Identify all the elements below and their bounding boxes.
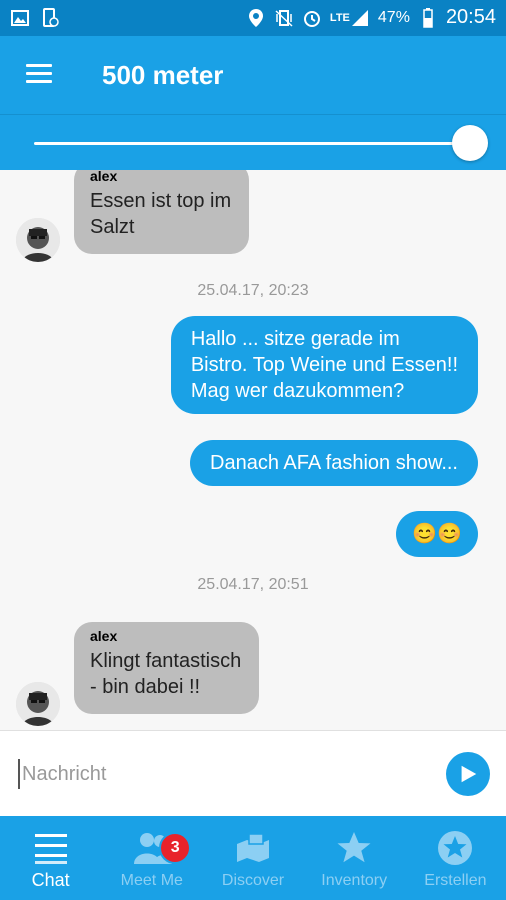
message-timestamp: 25.04.17, 20:23 [197, 282, 309, 299]
chat-list-icon [31, 830, 71, 866]
incoming-message: alex Essen ist top im Salzt [74, 170, 250, 254]
tab-label: Erstellen [424, 872, 487, 889]
tab-discover[interactable]: Discover [202, 816, 303, 900]
location-icon [246, 8, 266, 28]
message-text: Essen ist top im Salzt [90, 190, 232, 238]
slider-thumb[interactable] [452, 125, 488, 161]
message-input[interactable] [20, 755, 424, 793]
message-author: alex [90, 628, 118, 644]
tab-label: Chat [31, 870, 70, 890]
star-icon [334, 830, 374, 866]
image-icon [10, 8, 30, 28]
star-circle-icon [435, 830, 475, 866]
vibrate-icon [274, 8, 294, 28]
status-bar: LTE 47% 20:54 [0, 0, 506, 36]
send-button[interactable] [446, 752, 490, 796]
tab-inventory[interactable]: Inventory [304, 816, 405, 900]
avatar[interactable] [16, 682, 60, 726]
notification-badge: 3 [159, 832, 192, 864]
outgoing-message: Danach AFA fashion show... [190, 440, 478, 486]
battery-icon [418, 7, 438, 28]
clock: 20:54 [445, 6, 496, 28]
incoming-message: alex Klingt fantastisch - bin dabei !! [74, 622, 260, 714]
app-bar: 500 meter [0, 36, 506, 114]
phone-icon [40, 8, 60, 28]
avatar[interactable] [16, 218, 60, 262]
message-composer [0, 730, 506, 817]
tab-label: Meet Me [120, 872, 183, 889]
message-timestamp: 25.04.17, 20:51 [197, 576, 309, 593]
bottom-tab-bar: Chat 3 Meet Me Discover Inventory Erstel… [0, 816, 506, 900]
slider-track[interactable] [34, 142, 470, 145]
alarm-icon [302, 8, 322, 28]
map-icon [233, 830, 273, 866]
send-icon [461, 765, 477, 783]
distance-slider-bar [0, 114, 506, 171]
tab-meet-me[interactable]: 3 Meet Me [101, 816, 202, 900]
tab-label: Inventory [321, 872, 388, 889]
tab-label: Discover [221, 872, 285, 889]
lte-signal-icon: LTE [330, 8, 370, 28]
tab-chat[interactable]: Chat [0, 816, 101, 900]
outgoing-message: 😊😊 [396, 511, 478, 557]
outgoing-message: Hallo ... sitze gerade im Bistro. Top We… [170, 316, 478, 414]
page-title: 500 meter [102, 60, 224, 90]
chat-messages[interactable]: alex Essen ist top im Salzt 25.04.17, 20… [0, 170, 506, 730]
menu-icon[interactable] [26, 64, 52, 84]
message-author: alex [90, 170, 118, 184]
message-text: Klingt fantastisch - bin dabei !! [90, 650, 242, 698]
battery-percent: 47% [377, 8, 410, 26]
tab-erstellen[interactable]: Erstellen [405, 816, 506, 900]
